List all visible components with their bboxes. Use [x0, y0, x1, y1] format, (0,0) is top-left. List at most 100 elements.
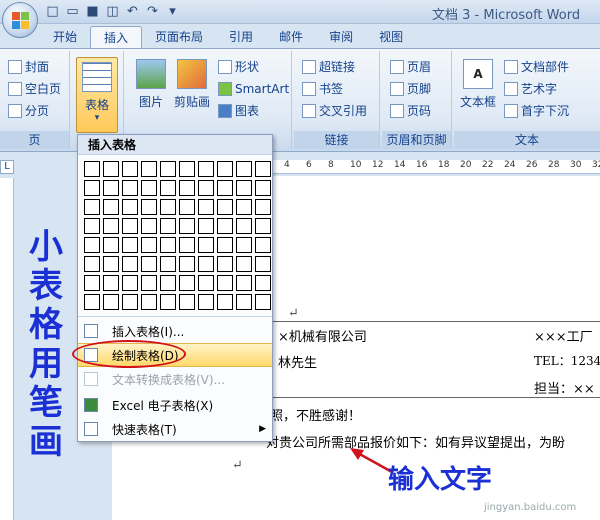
grid-cell[interactable] — [160, 275, 176, 291]
grid-cell[interactable] — [160, 237, 176, 253]
grid-cell[interactable] — [103, 218, 119, 234]
grid-cell[interactable] — [103, 256, 119, 272]
grid-cell[interactable] — [236, 180, 252, 196]
grid-cell[interactable] — [198, 161, 214, 177]
print-preview-icon[interactable]: ◫ — [104, 3, 121, 20]
bookmark-button[interactable]: 书签 — [302, 79, 343, 99]
grid-cell[interactable] — [84, 294, 100, 310]
grid-cell[interactable] — [198, 218, 214, 234]
grid-cell[interactable] — [217, 256, 233, 272]
excel-spreadsheet-item[interactable]: Excel 电子表格(X) — [78, 393, 272, 417]
grid-cell[interactable] — [198, 256, 214, 272]
grid-cell[interactable] — [122, 294, 138, 310]
grid-cell[interactable] — [141, 237, 157, 253]
grid-cell[interactable] — [198, 199, 214, 215]
grid-cell[interactable] — [141, 294, 157, 310]
new-document-icon[interactable]: □ — [44, 3, 61, 20]
save-icon[interactable]: ■ — [84, 3, 101, 20]
grid-cell[interactable] — [84, 199, 100, 215]
grid-cell[interactable] — [160, 294, 176, 310]
tab-view[interactable]: 视图 — [366, 26, 416, 48]
redo-icon[interactable]: ↷ — [144, 3, 161, 20]
grid-cell[interactable] — [255, 256, 271, 272]
grid-cell[interactable] — [255, 180, 271, 196]
cross-reference-button[interactable]: 交叉引用 — [302, 101, 367, 121]
grid-cell[interactable] — [255, 294, 271, 310]
smartart-button[interactable]: SmartArt — [218, 79, 289, 99]
grid-cell[interactable] — [160, 180, 176, 196]
grid-cell[interactable] — [179, 294, 195, 310]
quick-tables-item[interactable]: 快速表格(T) ▶ — [78, 417, 272, 441]
grid-cell[interactable] — [122, 275, 138, 291]
grid-cell[interactable] — [217, 294, 233, 310]
header-button[interactable]: 页眉 — [390, 57, 431, 77]
grid-cell[interactable] — [255, 218, 271, 234]
grid-cell[interactable] — [141, 218, 157, 234]
footer-button[interactable]: 页脚 — [390, 79, 431, 99]
page-break-button[interactable]: 分页 — [8, 101, 49, 121]
cover-page-button[interactable]: 封面 — [8, 57, 49, 77]
grid-cell[interactable] — [255, 275, 271, 291]
page-number-button[interactable]: 页码 — [390, 101, 431, 121]
chart-button[interactable]: 图表 — [218, 101, 259, 121]
drop-cap-button[interactable]: 首字下沉 — [504, 101, 569, 121]
grid-cell[interactable] — [217, 199, 233, 215]
grid-cell[interactable] — [198, 237, 214, 253]
grid-cell[interactable] — [160, 218, 176, 234]
grid-cell[interactable] — [84, 237, 100, 253]
grid-cell[interactable] — [236, 218, 252, 234]
grid-cell[interactable] — [179, 275, 195, 291]
grid-cell[interactable] — [141, 161, 157, 177]
tab-insert[interactable]: 插入 — [90, 26, 143, 48]
table-button[interactable]: 表格 ▾ — [76, 57, 118, 133]
grid-cell[interactable] — [236, 237, 252, 253]
vertical-ruler[interactable] — [0, 178, 14, 520]
grid-cell[interactable] — [84, 180, 100, 196]
grid-cell[interactable] — [217, 237, 233, 253]
grid-cell[interactable] — [179, 237, 195, 253]
table-size-grid[interactable] — [84, 161, 271, 310]
grid-cell[interactable] — [103, 161, 119, 177]
textbox-button[interactable]: A 文本框 — [458, 59, 498, 110]
quick-parts-button[interactable]: 文档部件 — [504, 57, 569, 77]
tab-page-layout[interactable]: 页面布局 — [142, 26, 216, 48]
grid-cell[interactable] — [84, 218, 100, 234]
grid-cell[interactable] — [122, 161, 138, 177]
grid-cell[interactable] — [103, 180, 119, 196]
grid-cell[interactable] — [141, 180, 157, 196]
grid-cell[interactable] — [103, 199, 119, 215]
grid-cell[interactable] — [141, 256, 157, 272]
grid-cell[interactable] — [179, 256, 195, 272]
shapes-button[interactable]: 形状 — [218, 57, 259, 77]
grid-cell[interactable] — [217, 275, 233, 291]
grid-cell[interactable] — [122, 180, 138, 196]
grid-cell[interactable] — [255, 161, 271, 177]
grid-cell[interactable] — [122, 218, 138, 234]
wordart-button[interactable]: 艺术字 — [504, 79, 557, 99]
grid-cell[interactable] — [84, 256, 100, 272]
grid-cell[interactable] — [84, 275, 100, 291]
grid-cell[interactable] — [236, 161, 252, 177]
picture-button[interactable]: 图片 — [132, 59, 170, 110]
office-button[interactable] — [2, 2, 38, 38]
tab-home[interactable]: 开始 — [40, 26, 90, 48]
customize-qat-icon[interactable]: ▾ — [164, 3, 181, 20]
grid-cell[interactable] — [103, 237, 119, 253]
grid-cell[interactable] — [84, 161, 100, 177]
open-folder-icon[interactable]: ▭ — [64, 3, 81, 20]
grid-cell[interactable] — [179, 199, 195, 215]
grid-cell[interactable] — [255, 199, 271, 215]
grid-cell[interactable] — [236, 199, 252, 215]
tab-review[interactable]: 审阅 — [316, 26, 366, 48]
grid-cell[interactable] — [217, 180, 233, 196]
ruler-toggle[interactable]: L — [0, 160, 14, 174]
grid-cell[interactable] — [179, 161, 195, 177]
grid-cell[interactable] — [236, 294, 252, 310]
grid-cell[interactable] — [141, 275, 157, 291]
horizontal-ruler[interactable]: 4 6 8 10 12 14 16 18 20 22 24 26 28 30 32 — [272, 160, 600, 174]
undo-icon[interactable]: ↶ — [124, 3, 141, 20]
grid-cell[interactable] — [236, 256, 252, 272]
grid-cell[interactable] — [141, 199, 157, 215]
grid-cell[interactable] — [217, 161, 233, 177]
grid-cell[interactable] — [217, 218, 233, 234]
